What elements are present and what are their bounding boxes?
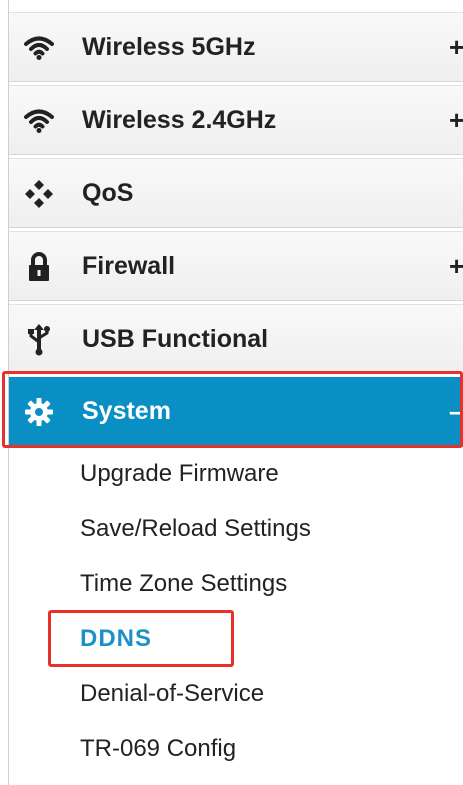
submenu-item-upgrade-firmware[interactable]: Upgrade Firmware — [0, 446, 463, 501]
usb-icon — [23, 324, 55, 356]
menu-item-system[interactable]: System – — [9, 377, 463, 447]
lock-icon — [23, 251, 55, 283]
expand-toggle-icon[interactable]: + — [449, 13, 463, 81]
collapse-toggle-icon[interactable]: – — [449, 377, 463, 445]
submenu-item-tr069-config[interactable]: TR-069 Config — [0, 721, 463, 776]
submenu-item-save-reload-settings[interactable]: Save/Reload Settings — [0, 501, 463, 556]
menu-item-usb-functional[interactable]: USB Functional — [9, 304, 463, 374]
system-submenu: Upgrade Firmware Save/Reload Settings Ti… — [0, 446, 463, 776]
menu-item-firewall[interactable]: Firewall + — [9, 231, 463, 301]
menu-item-label: Wireless 5GHz — [82, 33, 256, 61]
menu-item-label: Firewall — [82, 252, 176, 280]
menu-item-wireless-5ghz[interactable]: Wireless 5GHz + — [9, 12, 463, 82]
submenu-item-denial-of-service[interactable]: Denial-of-Service — [0, 666, 463, 721]
gear-icon — [23, 396, 55, 428]
menu-item-label: QoS — [82, 179, 134, 207]
menu-item-label: USB Functional — [82, 325, 269, 353]
qos-diamond-icon — [23, 178, 55, 210]
menu-item-label: System — [82, 397, 171, 425]
wifi-icon — [23, 32, 55, 64]
wifi-icon — [23, 105, 55, 137]
menu-item-label: Wireless 2.4GHz — [82, 106, 277, 134]
router-admin-sidebar: Wireless 5GHz + Wireless 2.4GHz + QoS Fi… — [0, 0, 463, 785]
submenu-item-time-zone-settings[interactable]: Time Zone Settings — [0, 556, 463, 611]
expand-toggle-icon[interactable]: + — [449, 86, 463, 154]
submenu-item-ddns[interactable]: DDNS — [0, 611, 463, 666]
menu-item-wireless-24ghz[interactable]: Wireless 2.4GHz + — [9, 85, 463, 155]
menu-item-qos[interactable]: QoS — [9, 158, 463, 228]
main-menu: Wireless 5GHz + Wireless 2.4GHz + QoS Fi… — [9, 12, 463, 450]
expand-toggle-icon[interactable]: + — [449, 232, 463, 300]
